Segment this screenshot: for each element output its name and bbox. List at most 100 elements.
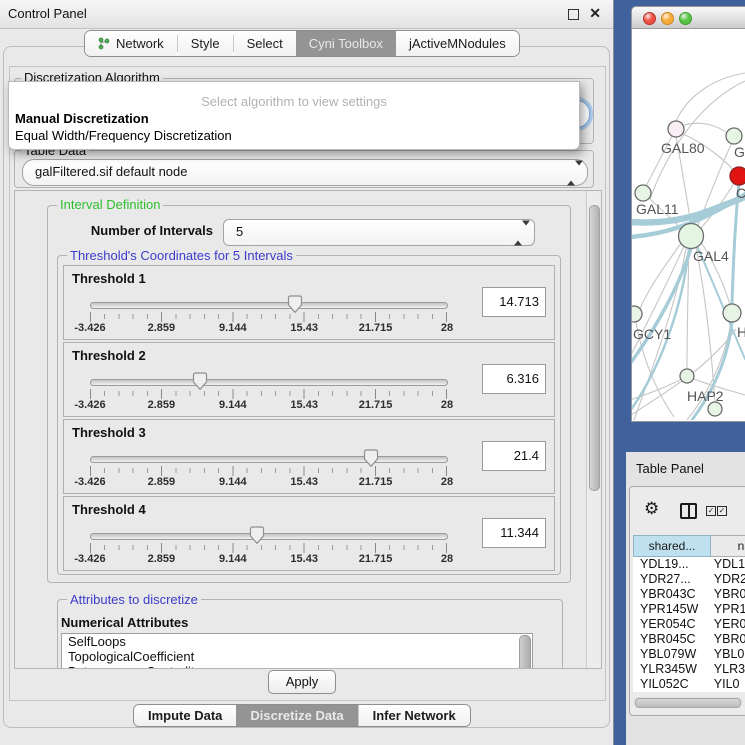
slider-track[interactable] — [90, 379, 446, 386]
table-row[interactable]: YIL052CYIL0 — [633, 677, 745, 692]
label-gal80: GAL80 — [661, 140, 705, 156]
slider-scale: -3.4262.8599.14415.4321.71528 — [90, 553, 447, 566]
threshold-label: Threshold 2 — [72, 348, 146, 363]
minimize-traffic-light-icon[interactable] — [661, 12, 674, 25]
scrollbar-thumb[interactable] — [589, 205, 600, 491]
column-header-name[interactable]: na — [711, 535, 745, 557]
tab-network-label: Network — [116, 36, 164, 51]
node-red-selected — [730, 167, 745, 185]
list-item[interactable]: BetweennessCentrality — [62, 664, 532, 669]
thresholds-group-title: Threshold's Coordinates for 5 Intervals — [67, 248, 296, 263]
tab-select[interactable]: Select — [234, 31, 296, 56]
vertical-scrollbar[interactable] — [586, 191, 601, 668]
number-of-intervals-row: Number of Intervals 5 — [47, 219, 569, 244]
threshold-value-field[interactable]: 14.713 — [482, 287, 546, 317]
label-partial-c: C — [736, 185, 745, 201]
table-header-row: shared... na — [633, 535, 745, 557]
list-item[interactable]: SelfLoops — [62, 634, 532, 649]
label-partial-h: H — [737, 324, 745, 340]
popup-item-equal-width-frequency[interactable]: Equal Width/Frequency Discretization — [15, 128, 232, 143]
table-row[interactable]: YDL19...YDL1 — [633, 557, 745, 572]
popup-item-manual-discretization[interactable]: Manual Discretization — [15, 111, 149, 126]
threshold-value-field[interactable]: 11.344 — [482, 518, 546, 548]
control-panel-titlebar: Control Panel ✕ — [0, 0, 613, 29]
number-of-intervals-label: Number of Intervals — [47, 223, 213, 238]
top-tab-bar: Network Style Select Cyni Toolbox jActiv… — [84, 30, 520, 57]
node-hap2 — [680, 369, 694, 383]
settings-scroll-pane: Interval Definition Number of Intervals … — [14, 190, 602, 669]
node-gal4 — [679, 224, 704, 249]
table-row[interactable]: YBL079WYBL0 — [633, 647, 745, 662]
slider-scale: -3.4262.8599.14415.4321.71528 — [90, 399, 447, 412]
tab-cyni-toolbox[interactable]: Cyni Toolbox — [296, 31, 396, 56]
threshold-value-field[interactable]: 6.316 — [482, 364, 546, 394]
network-icon — [98, 37, 110, 50]
threshold-label: Threshold 3 — [72, 425, 146, 440]
spinner-arrows-icon[interactable] — [514, 225, 522, 240]
table-body: YDL19...YDL1 YDR27...YDR2 YBR043CYBR0 YP… — [633, 557, 745, 692]
control-panel: Control Panel ✕ Network Style Select Cyn… — [0, 0, 613, 745]
node-gcy1 — [632, 306, 642, 322]
list-item[interactable]: TopologicalCoefficient — [62, 649, 532, 664]
node-gal80 — [668, 121, 684, 137]
slider-track[interactable] — [90, 533, 446, 540]
checkbox-icon[interactable]: ✓ — [706, 506, 716, 516]
tab-style[interactable]: Style — [178, 31, 233, 56]
slider-ticks — [90, 312, 447, 322]
float-window-icon[interactable] — [568, 9, 579, 20]
network-canvas[interactable]: GAL80 GA C GAL11 GAL4 GCY1 H HAP2 — [632, 29, 745, 420]
label-partial-g: GA — [734, 144, 745, 160]
popup-placeholder-item[interactable]: Select algorithm to view settings — [9, 94, 579, 109]
table-data-combobox[interactable]: galFiltered.sif default node — [22, 159, 588, 186]
zoom-traffic-light-icon[interactable] — [679, 12, 692, 25]
label-hap2: HAP2 — [687, 388, 724, 404]
node-right — [723, 304, 741, 322]
list-scrollbar[interactable] — [519, 635, 531, 669]
table-panel-box: ⚙ ✓ ✓ shared... na YDL19...YDL1 YDR27...… — [629, 486, 745, 716]
threshold-label: Threshold 1 — [72, 271, 146, 286]
spinner-arrows-icon[interactable] — [567, 165, 575, 180]
threshold-panel-4: Threshold 4 -3.4262.8599.14415.4321.7152… — [63, 496, 555, 571]
tab-infer-network[interactable]: Infer Network — [358, 705, 470, 726]
gear-icon[interactable]: ⚙ — [644, 499, 659, 519]
table-toolbar: ⚙ ✓ ✓ — [630, 487, 745, 533]
slider-track[interactable] — [90, 302, 446, 309]
network-window-titlebar — [632, 7, 745, 29]
slider-ticks — [90, 389, 447, 399]
slider-ticks — [90, 543, 447, 553]
slider-track[interactable] — [90, 456, 446, 463]
algorithm-dropdown-popup: Select algorithm to view settings Manual… — [8, 81, 580, 150]
column-layout-icon[interactable] — [680, 503, 697, 519]
node-top-right — [726, 128, 742, 144]
scrollbar-thumb[interactable] — [635, 698, 741, 708]
table-row[interactable]: YPR145WYPR1 — [633, 602, 745, 617]
checkbox-icon[interactable]: ✓ — [717, 506, 727, 516]
table-row[interactable]: YER054CYER0 — [633, 617, 745, 632]
column-header-shared[interactable]: shared... — [633, 535, 711, 557]
table-row[interactable]: YDR27...YDR2 — [633, 572, 745, 587]
attributes-group-title: Attributes to discretize — [67, 592, 201, 607]
table-row[interactable]: YLR345WYLR3 — [633, 662, 745, 677]
tab-discretize-data[interactable]: Discretize Data — [236, 705, 357, 726]
tab-network[interactable]: Network — [85, 31, 177, 56]
node-bottom — [708, 402, 722, 416]
table-row[interactable]: YBR043CYBR0 — [633, 587, 745, 602]
tab-impute-data[interactable]: Impute Data — [134, 705, 236, 726]
table-data-value: galFiltered.sif default node — [35, 164, 187, 179]
close-traffic-light-icon[interactable] — [643, 12, 656, 25]
close-icon[interactable]: ✕ — [589, 5, 601, 22]
thick-teal-edges — [632, 182, 745, 420]
threshold-value-field[interactable]: 21.4 — [482, 441, 546, 471]
tab-jactivemnodules[interactable]: jActiveMNodules — [396, 31, 519, 56]
apply-button[interactable]: Apply — [268, 670, 336, 694]
bottom-tab-bar: Impute Data Discretize Data Infer Networ… — [133, 704, 471, 727]
table-row[interactable]: YBR045CYBR0 — [633, 632, 745, 647]
panel-title: Control Panel — [8, 6, 87, 21]
horizontal-scrollbar[interactable] — [633, 697, 743, 707]
numerical-attributes-list[interactable]: SelfLoops TopologicalCoefficient Between… — [61, 633, 533, 669]
threshold-label: Threshold 4 — [72, 502, 146, 517]
label-gcy1: GCY1 — [633, 326, 671, 342]
interval-definition-title: Interval Definition — [57, 197, 163, 212]
number-of-intervals-spinner[interactable]: 5 — [223, 219, 535, 246]
slider-scale: -3.4262.8599.14415.4321.71528 — [90, 322, 447, 335]
